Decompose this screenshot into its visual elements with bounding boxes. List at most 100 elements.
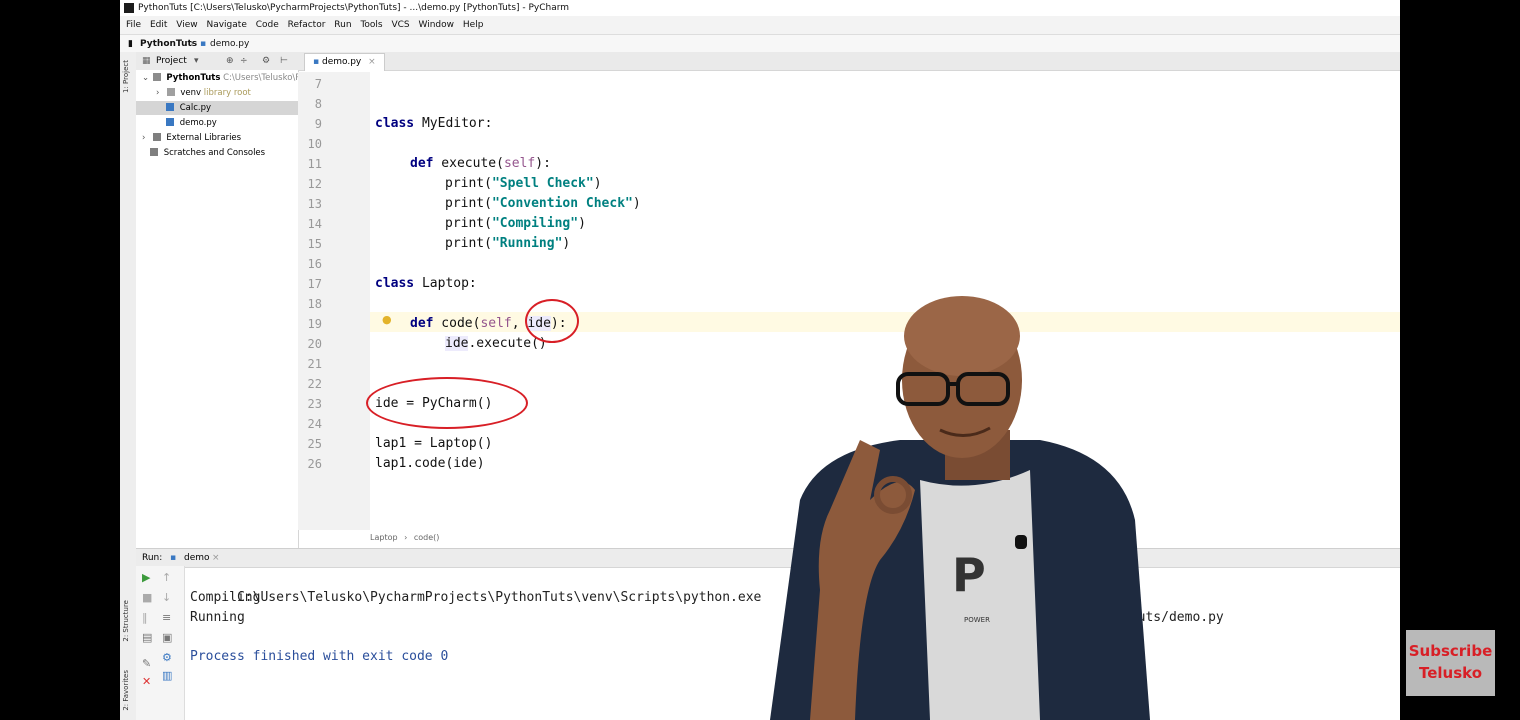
print-icon[interactable]: ▣ [162,632,172,644]
line-number: 10 [307,137,322,151]
python-file-icon: ▪ [200,39,207,49]
collapse-icon[interactable]: ÷ [240,52,248,70]
line-number: 24 [307,417,322,431]
menu-navigate[interactable]: Navigate [206,20,246,30]
close-icon[interactable]: × [212,549,220,567]
tree-item-external-libraries[interactable]: › External Libraries [142,131,241,145]
code-line-25: lap1 = Laptop() [375,436,493,451]
code-line-17: class Laptop: [375,276,477,291]
dropdown-chevron-icon[interactable]: ▾ [194,52,199,70]
layout-icon[interactable]: ▤ [142,632,152,644]
trash-icon[interactable]: ▥ [162,670,172,682]
menu-help[interactable]: Help [463,20,484,30]
line-number: 16 [307,257,322,271]
line-number: 14 [307,217,322,231]
run-toolbar: ▶ ↑ ■ ↓ ‖ ≡ ▤ ▣ ⚙ ✎ ▥ ✕ [136,566,185,720]
python-file-icon [166,118,174,126]
annotation-circle-param [525,299,579,343]
tree-label: PythonTuts [166,73,221,83]
close-icon[interactable]: ✕ [142,676,151,688]
console-path-tail: nTuts/demo.py [1122,610,1224,625]
project-view-icon: ▦ [142,56,151,66]
line-number: 7 [314,77,322,91]
window-title: PythonTuts [C:\Users\Telusko\PycharmProj… [138,3,570,13]
menu-window[interactable]: Window [419,20,455,30]
nav-project[interactable]: PythonTuts [140,35,197,53]
folder-icon [152,73,161,81]
tree-item-demo[interactable]: demo.py [166,116,217,130]
menu-refactor[interactable]: Refactor [288,20,326,30]
gear-icon[interactable]: ⚙ [262,52,270,70]
console-line: Compiling [190,590,261,605]
subscribe-badge[interactable]: Subscribe Telusko [1406,630,1495,696]
tree-root-pythontuts[interactable]: ⌄ PythonTuts C:\Users\Telusko\Py [142,71,305,85]
pin-icon[interactable]: ✎ [142,658,151,670]
run-tab-demo[interactable]: demo [184,549,210,567]
python-file-icon: ▪ [170,553,177,563]
code-line-15: print("Running") [445,236,571,251]
menu-tools[interactable]: Tools [360,20,382,30]
tree-label: External Libraries [166,133,242,143]
tree-hint: library root [203,88,251,98]
editor-tab-demo[interactable]: ▪ demo.py × [304,53,385,71]
nav-folder-icon: ▮ [128,39,133,49]
down-arrow-icon[interactable]: ↓ [162,592,171,604]
settings-icon[interactable]: ⚙ [162,652,172,664]
menu-vcs[interactable]: VCS [391,20,409,30]
line-number: 11 [307,157,322,171]
project-panel-title[interactable]: Project [156,52,187,70]
menu-run[interactable]: Run [334,20,351,30]
hide-icon[interactable]: ⊢ [280,52,288,70]
line-number: 18 [307,297,322,311]
code-line-20: ide.execute() [445,336,547,351]
chevron-right-icon[interactable]: › [142,131,150,145]
project-panel-header: ▦ Project ▾ ⊕ ÷ ⚙ ⊢ [136,52,298,71]
up-arrow-icon[interactable]: ↑ [162,572,171,584]
close-icon[interactable]: × [368,57,376,67]
left-tool-strip: 1: Project 2: Structure 2: Favorites [120,52,137,720]
tree-label: Calc.py [179,103,212,113]
tree-item-calc[interactable]: Calc.py [136,101,298,115]
tree-hint: C:\Users\Telusko\Py [223,73,306,83]
project-tool-tab[interactable]: 1: Project [122,60,130,93]
tree-item-venv[interactable]: › venv library root [156,86,251,100]
menu-edit[interactable]: Edit [150,20,167,30]
stop-icon[interactable]: ■ [142,592,152,604]
code-editor[interactable]: class MyEditor: def execute(self): print… [375,72,1400,530]
navigation-bar: ▮ PythonTuts › ▪ demo.py [120,34,1400,54]
breadcrumb-method[interactable]: code() [414,533,440,542]
tree-item-scratches[interactable]: Scratches and Consoles [150,146,265,160]
chevron-right-icon[interactable]: › [156,86,164,100]
line-number: 25 [307,437,322,451]
line-number: 9 [314,117,322,131]
folder-icon [166,88,175,96]
run-panel-header: Run: ▪ demo × [136,548,1400,568]
structure-tool-tab[interactable]: 2: Structure [122,600,130,642]
favorites-tool-tab[interactable]: 2: Favorites [122,670,130,711]
menu-bar: File Edit View Navigate Code Refactor Ru… [120,16,1400,34]
code-line-9: class MyEditor: [375,116,493,131]
code-line-14: print("Compiling") [445,216,586,231]
chevron-down-icon[interactable]: ⌄ [142,71,150,85]
python-file-icon: ▪ [313,57,320,67]
line-number: 21 [307,357,322,371]
line-number: 8 [314,97,322,111]
pause-icon[interactable]: ‖ [142,612,148,624]
console-line: C:\Users\Telusko\PycharmProjects\PythonT… [190,568,1224,625]
menu-view[interactable]: View [176,20,197,30]
target-icon[interactable]: ⊕ [226,52,234,70]
editor-breadcrumbs: Laptop › code() [370,533,439,542]
breadcrumb-class[interactable]: Laptop [370,533,398,542]
code-line-13: print("Convention Check") [445,196,641,211]
annotation-circle-assignment [366,377,528,429]
console-exit-line: Process finished with exit code 0 [190,649,449,664]
menu-code[interactable]: Code [256,20,279,30]
nav-file[interactable]: demo.py [210,35,249,53]
rerun-icon[interactable]: ▶ [142,572,150,584]
project-tree: ⌄ PythonTuts C:\Users\Telusko\Py › venv … [136,70,305,548]
soft-wrap-icon[interactable]: ≡ [162,612,171,624]
editor-tab-bar: ▪ demo.py × [298,52,1400,71]
menu-file[interactable]: File [126,20,141,30]
nav-separator-icon: › [190,39,194,49]
shirt-logo: P [952,548,986,602]
